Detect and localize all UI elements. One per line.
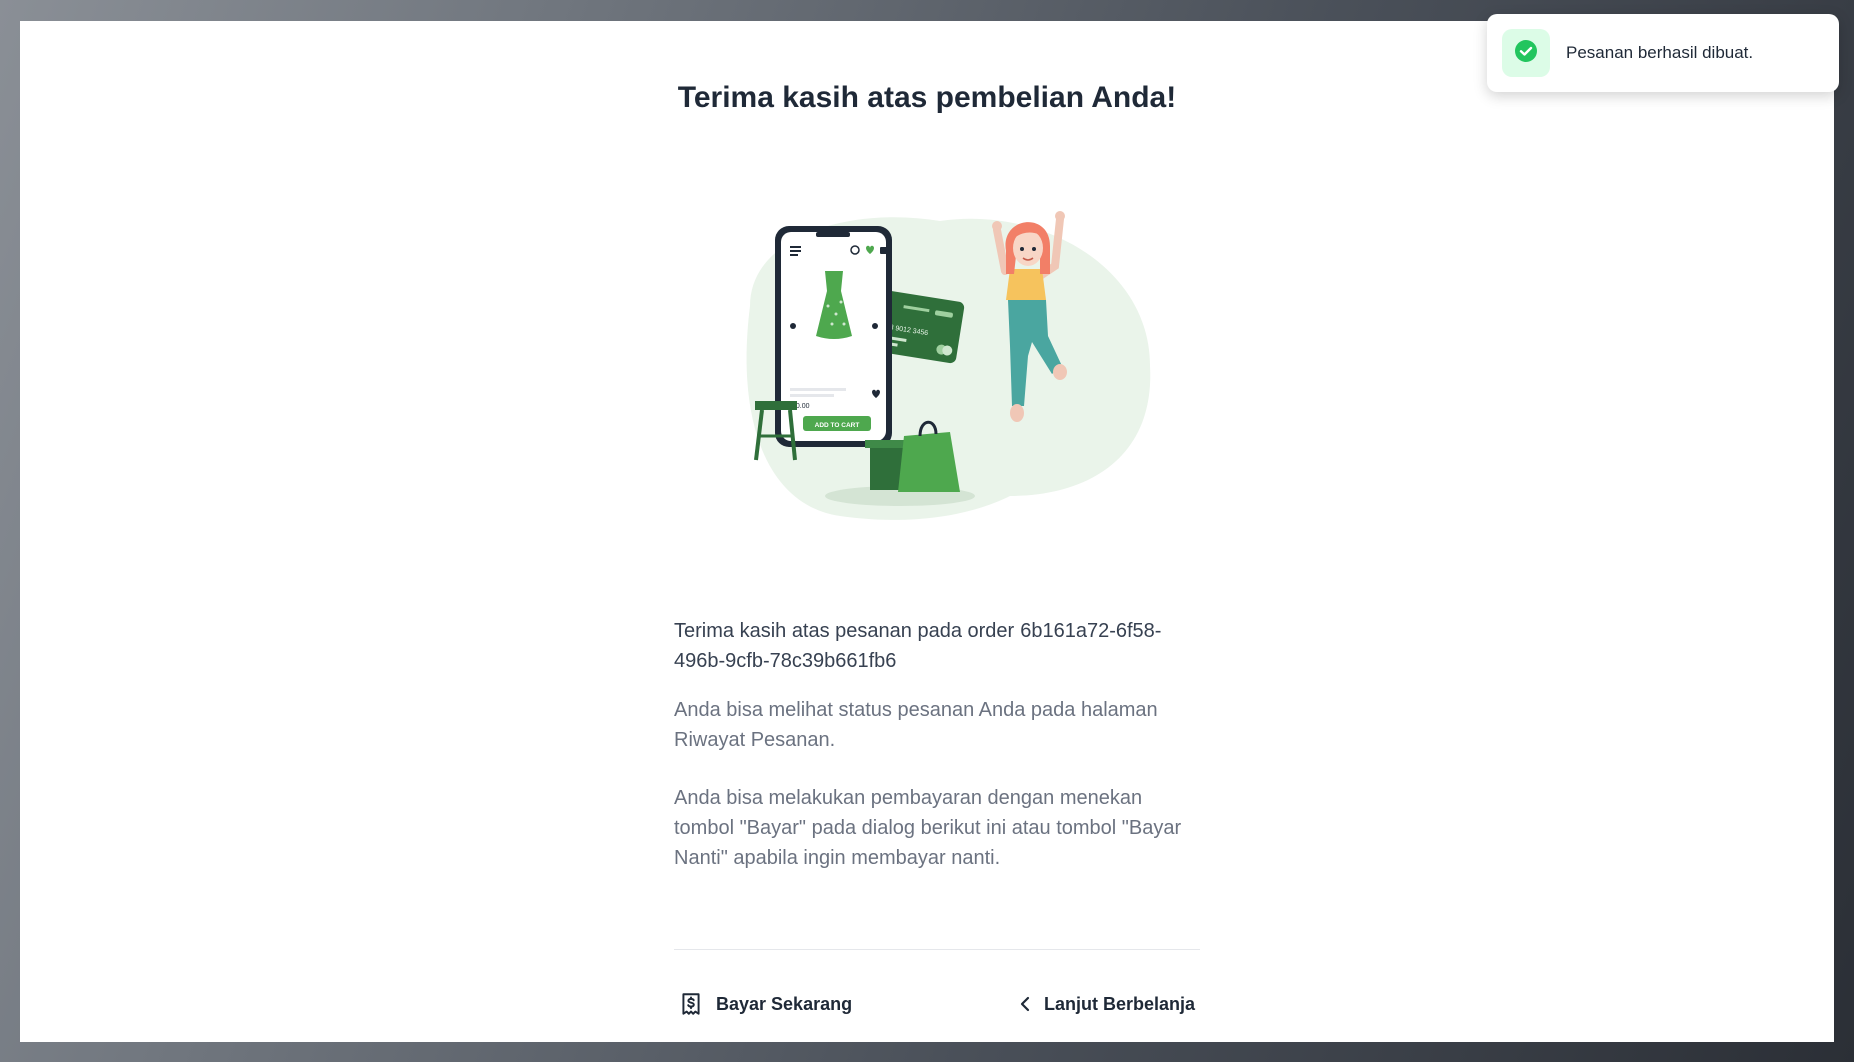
toast-icon-container: [1502, 29, 1550, 77]
continue-shopping-label: Lanjut Berbelanja: [1044, 993, 1196, 1014]
receipt-dollar-icon: [678, 991, 704, 1017]
order-confirmation-text: Terima kasih atas pesanan pada order 6b16…: [674, 616, 1200, 676]
continue-shopping-button[interactable]: Lanjut Berbelanja: [1018, 984, 1195, 1024]
pay-now-label: Bayar Sekarang: [716, 993, 853, 1014]
svg-text:ADD TO CART: ADD TO CART: [815, 422, 860, 429]
payment-info: Anda bisa melakukan pembayaran dengan me…: [674, 787, 1182, 869]
pay-now-button[interactable]: Bayar Sekarang: [678, 984, 852, 1024]
app-window: Terima kasih atas pembelian Anda! 34 567…: [20, 21, 1834, 1042]
phone-graphic: 20.00 ADD TO CART: [775, 226, 892, 447]
shopping-success-illustration: 34 5678 9012 3456 20.00 ADD TO CART: [746, 211, 1151, 520]
toast-message: Pesanan berhasil dibuat.: [1566, 43, 1754, 62]
order-details: Terima kasih atas pesanan pada order 6b16…: [674, 616, 1200, 873]
success-toast: Pesanan berhasil dibuat.: [1487, 14, 1839, 92]
order-status-info: Anda bisa melihat status pesanan Anda pa…: [674, 699, 1158, 751]
chevron-left-icon: [1018, 995, 1032, 1013]
divider: [674, 949, 1200, 950]
check-circle-icon: [1514, 39, 1538, 68]
order-prefix: Terima kasih atas pesanan pada order: [674, 620, 1015, 642]
